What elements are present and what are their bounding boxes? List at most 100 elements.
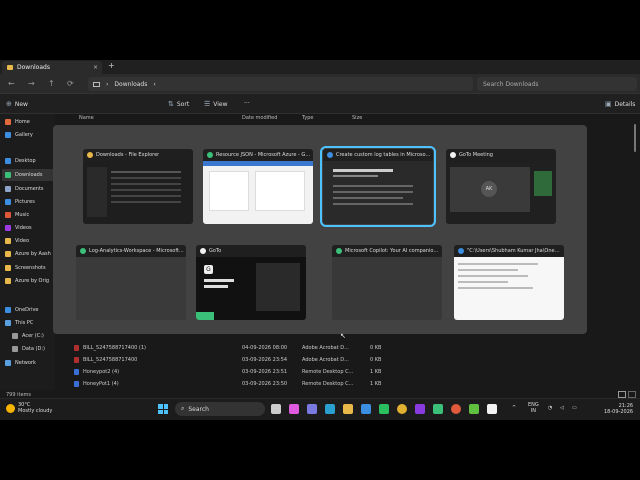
edge-icon[interactable] [325,404,335,414]
weather-condition: Mostly cloudy [18,408,53,414]
close-tab-icon[interactable]: × [93,64,98,71]
show-hidden-icons[interactable]: ^ [512,405,516,411]
sidebar-item-desktop[interactable]: Desktop [5,155,36,167]
sidebar-item-home[interactable]: Home [5,116,30,128]
home-icon [5,119,11,125]
chrome-icon [80,248,86,254]
store-icon[interactable] [361,404,371,414]
address-row: ← → ↑ ⟳ › Downloads › Search Downloads [0,74,640,94]
folder-icon [5,251,11,257]
search-input[interactable]: Search Downloads [477,77,637,91]
file-size: 0 KB [370,345,382,351]
column-header-type[interactable]: Type [302,115,313,121]
folder-icon [7,65,13,70]
scrollbar-thumb[interactable] [634,124,636,152]
region-code: IN [530,408,536,414]
language-indicator[interactable]: ENG IN [528,402,539,414]
refresh-icon[interactable]: ⟳ [67,79,74,88]
plus-icon: ⊕ [6,100,12,108]
sidebar-item-label: Azure by Aash [15,251,51,257]
sidebar-item-downloads[interactable]: Downloads [2,169,55,181]
taskbar-search[interactable]: ⌕ Search [175,402,265,416]
view-button[interactable]: ☰ View [204,100,228,108]
visual-studio-icon[interactable] [415,404,425,414]
table-row[interactable]: BILL_5247588717400 03-09-2026 23:54 Adob… [72,354,632,366]
sort-label: Sort [176,100,190,108]
sidebar-item-label: Azure by Orig [15,278,50,284]
sort-button[interactable]: ⇅ Sort [168,100,189,108]
window-thumbnail-file-explorer[interactable]: Downloads - File Explorer [83,149,193,224]
table-row[interactable]: HoneyPot1 (4) 03-09-2026 23:50 Remote De… [72,378,632,390]
window-thumbnail-microsoft-copilot[interactable]: Microsoft Copilot: Your AI companion... [332,245,442,320]
sidebar-item-label: OneDrive [15,307,39,313]
chat-icon[interactable] [307,404,317,414]
details-button[interactable]: ▣ Details [605,100,635,108]
sidebar-item-this-pc[interactable]: This PC [5,317,33,329]
file-explorer-icon[interactable] [343,404,353,414]
sidebar-item-documents[interactable]: Documents [5,183,44,195]
window-header: GoTo Meeting [446,149,556,161]
details-view-icon[interactable] [618,391,626,398]
file-type: Adobe Acrobat D... [302,357,349,363]
window-thumbnail-azure-resource-json[interactable]: Resource JSON - Microsoft Azure - Go... [203,149,313,224]
sidebar-item-drive-d[interactable]: Data (D:) [12,343,45,355]
back-arrow-icon[interactable]: ← [8,79,15,88]
table-row[interactable]: BILL_5247588717400 (1) 04-09-2026 08:00 … [72,342,632,354]
file-type: Adobe Acrobat D... [302,345,349,351]
breadcrumb-downloads[interactable]: Downloads [114,81,147,88]
whatsapp-icon[interactable] [379,404,389,414]
chrome-icon[interactable] [397,404,407,414]
vertical-scrollbar[interactable] [634,120,637,380]
chrome-profile-icon[interactable] [451,404,461,414]
column-header-size[interactable]: Size [352,115,362,121]
table-row[interactable]: Honeypot2 (4) 03-09-2026 23:51 Remote De… [72,366,632,378]
address-bar[interactable]: › Downloads › [88,77,473,91]
sidebar-item-label: Network [15,360,36,366]
document-icon [5,186,11,192]
file-size: 1 KB [370,369,382,375]
start-button[interactable] [158,404,168,414]
window-thumbnail-custom-log-tables[interactable]: Create custom log tables in Microsoft... [320,146,436,227]
volume-icon[interactable]: ◁ [560,405,564,411]
more-button[interactable]: ··· [244,100,250,107]
app-icon[interactable] [433,404,443,414]
new-tab-button[interactable]: + [108,61,115,70]
wifi-icon[interactable]: ◔ [548,405,552,411]
file-date: 03-09-2026 23:54 [242,357,288,363]
sidebar-item-videos[interactable]: Videos [5,222,32,234]
window-thumbnail-onedrive-folder[interactable]: "C:\Users\Shubham Kumar Jha\OneDri... [454,245,564,320]
file-name: HoneyPot1 (4) [83,381,119,387]
task-view-icon[interactable] [271,404,281,414]
sidebar-item-azure-aash[interactable]: Azure by Aash [5,248,51,260]
battery-icon[interactable]: ▭ [572,405,577,411]
new-button[interactable]: ⊕ New [6,100,28,108]
window-title: Log-Analytics-Workspace - Microsoft... [89,248,184,254]
tab-downloads[interactable]: Downloads × [2,61,102,74]
weather-widget[interactable]: 30°C Mostly cloudy [6,402,52,414]
drive-icon [12,346,18,352]
copilot-icon[interactable] [289,404,299,414]
sidebar-item-music[interactable]: Music [5,209,29,221]
window-thumbnail-goto-meeting[interactable]: GoTo Meeting AK [446,149,556,224]
system-clock[interactable]: 21:26 18-09-2026 [604,403,633,415]
column-header-date[interactable]: Date modified [242,115,277,121]
window-thumbnail-log-analytics[interactable]: Log-Analytics-Workspace - Microsoft... [76,245,186,320]
goto-icon[interactable] [487,404,497,414]
window-title: "C:\Users\Shubham Kumar Jha\OneDri... [467,248,563,254]
sidebar-item-drive-c[interactable]: Acer (C:) [12,330,44,342]
sidebar-item-video[interactable]: Video [5,235,29,247]
sidebar-item-gallery[interactable]: Gallery [5,129,33,141]
sidebar-item-pictures[interactable]: Pictures [5,196,35,208]
sidebar-item-screenshots[interactable]: Screenshots [5,262,46,274]
sidebar-item-onedrive[interactable]: OneDrive [5,304,39,316]
window-preview [323,161,433,224]
breadcrumb-separator: › [153,80,156,88]
tiles-view-icon[interactable] [628,391,636,398]
window-thumbnail-goto[interactable]: GoTo G [196,245,306,320]
sidebar-item-network[interactable]: Network [5,357,36,369]
column-header-name[interactable]: Name [79,115,94,121]
forward-arrow-icon[interactable]: → [28,79,35,88]
app-icon[interactable] [469,404,479,414]
up-arrow-icon[interactable]: ↑ [48,79,55,88]
sidebar-item-azure-orig[interactable]: Azure by Orig [5,275,49,287]
